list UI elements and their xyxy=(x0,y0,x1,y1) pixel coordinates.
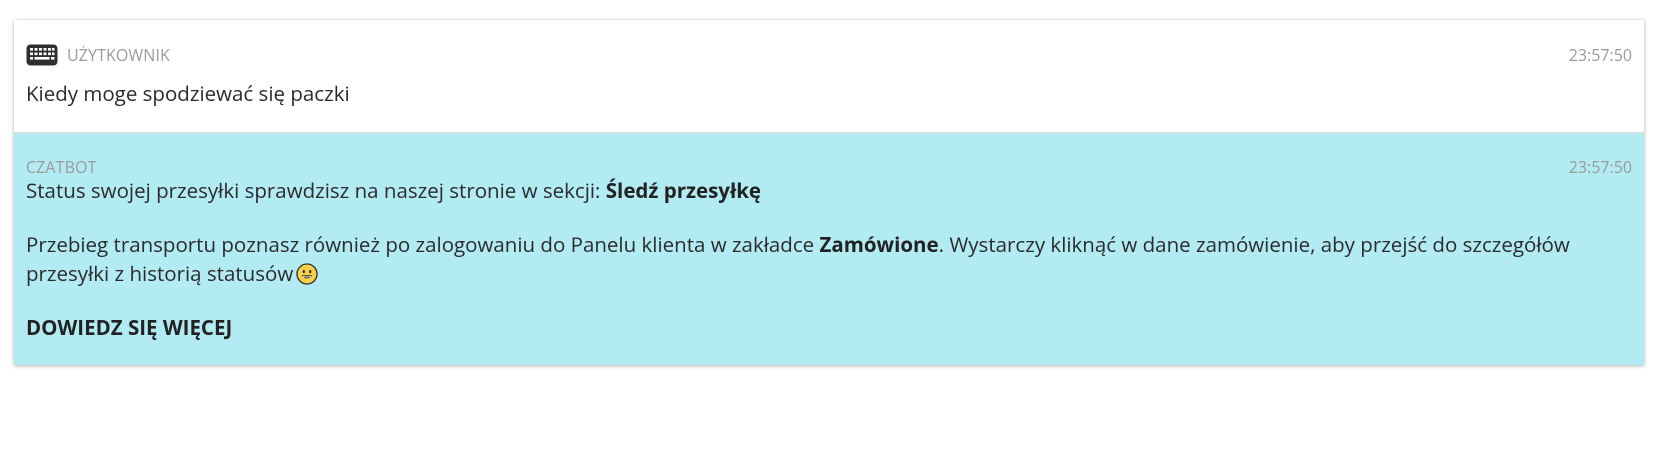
orders-tab-name: Zamówione xyxy=(819,231,939,259)
bot-line2-text: Przebieg transportu poznasz również po z… xyxy=(26,231,820,259)
user-sender: UŻYTKOWNIK xyxy=(26,44,170,66)
user-message-text: Kiedy moge spodziewać się paczki xyxy=(26,80,350,108)
user-message: UŻYTKOWNIK 23:57:50 Kiedy moge spodziewa… xyxy=(14,20,1644,133)
keyboard-icon xyxy=(26,44,58,66)
user-message-time: 23:57:50 xyxy=(1568,44,1632,66)
bot-message-paragraph-1: Status swojej przesyłki sprawdzisz na na… xyxy=(26,177,1632,206)
track-shipment-link[interactable]: Śledź przesyłkę xyxy=(606,177,761,205)
grinning-face-emoji-icon xyxy=(296,263,318,285)
bot-sender-label: CZATBOT xyxy=(26,156,97,178)
user-message-header: UŻYTKOWNIK 23:57:50 xyxy=(26,42,1632,68)
bot-line1-text: Status swojej przesyłki sprawdzisz na na… xyxy=(26,177,606,205)
bot-message-header: CZATBOT 23:57:50 xyxy=(26,156,1632,178)
learn-more-button[interactable]: DOWIEDZ SIĘ WIĘCEJ xyxy=(26,314,232,343)
bot-message-paragraph-2: Przebieg transportu poznasz również po z… xyxy=(26,231,1632,289)
user-sender-label: UŻYTKOWNIK xyxy=(67,44,170,66)
bot-message-time: 23:57:50 xyxy=(1568,156,1632,178)
chat-transcript: UŻYTKOWNIK 23:57:50 Kiedy moge spodziewa… xyxy=(14,20,1644,365)
bot-message: CZATBOT 23:57:50 Status swojej przesyłki… xyxy=(14,133,1644,365)
